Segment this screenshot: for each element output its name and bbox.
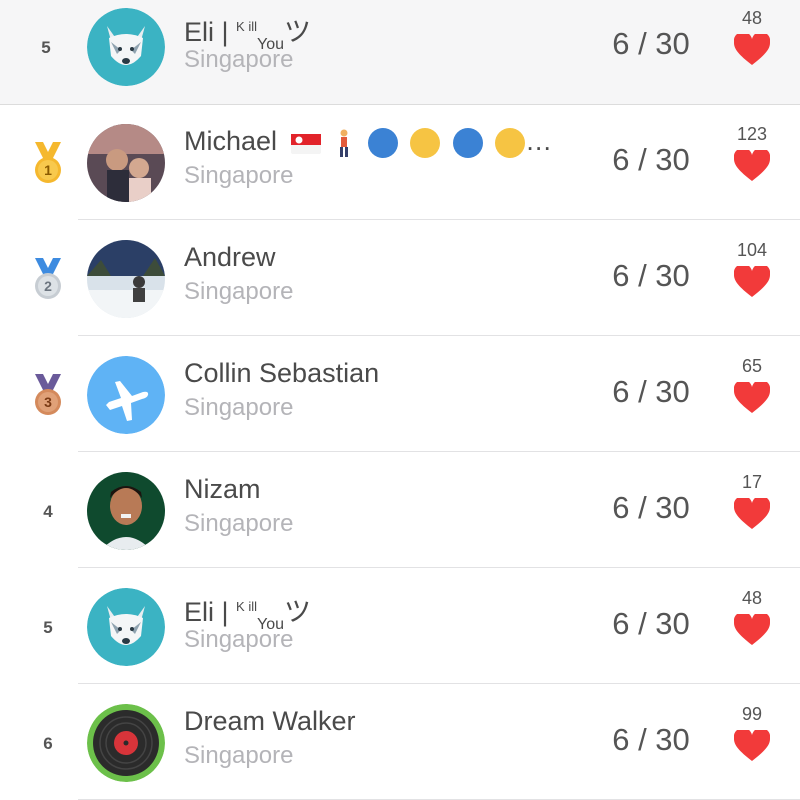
heart-icon[interactable] [734, 266, 770, 298]
hugging-face-icon [410, 127, 441, 158]
player-name: Dream Walker [184, 706, 356, 736]
player-location: Singapore [184, 162, 294, 189]
portrait-avatar[interactable] [87, 472, 165, 550]
svg-text:1: 1 [44, 162, 52, 178]
singapore-flag-icon [290, 132, 321, 154]
rank-number: 5 [41, 38, 51, 57]
player-name: Collin Sebastian [184, 358, 380, 388]
leaderboard-row[interactable]: 1 Michael … Singapore 6 / 30 123 [0, 104, 800, 220]
player-score: 6 / 30 [612, 606, 690, 641]
airplane-avatar[interactable] [87, 356, 165, 434]
like-count: 123 [736, 124, 768, 144]
leaderboard-row[interactable]: 4 Nizam Singapore 6 / 30 17 [0, 452, 800, 568]
svg-text:2: 2 [44, 278, 52, 294]
player-score: 6 / 30 [612, 142, 690, 177]
like-count: 99 [741, 704, 763, 724]
vinyl-record-avatar[interactable] [87, 704, 165, 782]
leaderboard-row[interactable]: 2 Andrew Singapore 6 / 30 104 [0, 220, 800, 336]
heart-icon[interactable] [734, 150, 770, 182]
player-location: Singapore [184, 510, 294, 537]
globe-icon [367, 127, 398, 158]
like-count: 17 [741, 472, 763, 492]
player-name: Eli | K illYouツ [184, 17, 311, 53]
player-name: Eli | K illYouツ [184, 597, 311, 633]
player-name: Nizam [184, 474, 261, 504]
leaderboard-row[interactable]: 6 Dream Walker Singapore 6 / 30 99 [0, 684, 800, 800]
player-location: Singapore [184, 394, 294, 421]
player-name: Michael … [184, 126, 553, 158]
heart-icon[interactable] [734, 34, 770, 66]
heart-icon[interactable] [734, 382, 770, 414]
svg-text:3: 3 [44, 394, 52, 410]
player-score: 6 / 30 [612, 258, 690, 293]
like-count: 65 [741, 356, 763, 376]
heart-icon[interactable] [734, 730, 770, 762]
wolf-avatar[interactable] [87, 8, 165, 86]
walking-person-icon [333, 128, 355, 158]
player-score: 6 / 30 [612, 374, 690, 409]
photo-avatar[interactable] [87, 124, 165, 202]
wolf-avatar[interactable] [87, 588, 165, 666]
snow-photo-avatar[interactable] [87, 240, 165, 318]
pinned-current-user-row[interactable]: 5 Eli | K illYouツ Singapore 6 / 30 48 [0, 0, 800, 105]
player-score: 6 / 30 [612, 26, 690, 61]
globe-icon [452, 127, 483, 158]
player-score: 6 / 30 [612, 722, 690, 757]
player-location: Singapore [184, 742, 294, 769]
like-count: 48 [741, 8, 763, 28]
rank-number: 6 [43, 734, 53, 753]
silver-medal-icon: 2 [35, 258, 61, 299]
player-location: Singapore [184, 278, 294, 305]
like-count: 48 [741, 588, 763, 608]
rank-number: 4 [43, 502, 53, 521]
leaderboard-row[interactable]: 3 Collin Sebastian Singapore 6 / 30 65 [0, 336, 800, 452]
smiling-face-icon [495, 127, 526, 158]
bronze-medal-icon: 3 [35, 374, 61, 415]
player-location: Singapore [184, 46, 294, 73]
player-location: Singapore [184, 626, 294, 653]
gold-medal-icon: 1 [35, 142, 61, 183]
like-count: 104 [736, 240, 768, 260]
player-score: 6 / 30 [612, 490, 690, 525]
player-name: Andrew [184, 242, 276, 272]
heart-icon[interactable] [734, 614, 770, 646]
heart-icon[interactable] [734, 498, 770, 530]
leaderboard-row[interactable]: 5 Eli | K illYouツ Singapore 6 / 30 48 [0, 568, 800, 684]
rank-number: 5 [43, 618, 53, 637]
